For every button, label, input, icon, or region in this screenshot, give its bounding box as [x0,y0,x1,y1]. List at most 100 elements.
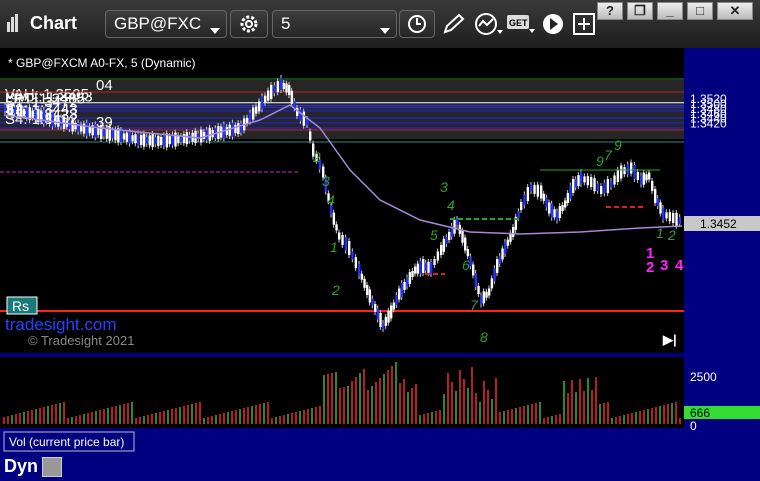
counter-label: 3 [322,173,330,189]
candle-body [542,193,546,201]
candle-body [85,122,89,136]
chevron-down-icon [380,21,390,39]
candle-body [249,112,252,122]
counter-label: 1 [656,225,664,241]
candle-body [433,259,436,265]
candle-body [131,135,134,142]
candle-body [264,95,267,103]
candle-body [419,260,422,274]
counter-label: 5 [430,227,438,243]
candle-body [384,316,388,326]
candle-body [411,271,414,277]
candle-body [267,90,270,101]
candle-body [205,129,209,140]
candle-body [586,176,590,186]
candle-body [162,135,166,147]
price-chart[interactable]: VAH: 1.3505Pivot: 1.3493LPT: 1.3485S1: 1… [0,48,760,481]
candle-body [427,261,430,273]
candle-body [536,184,540,197]
candle-body [633,165,636,179]
candle-body [675,212,678,226]
period-selector[interactable]: 5 [272,10,397,38]
candle-body [368,289,372,303]
candle-body [16,106,20,116]
candle-body [472,264,475,276]
candle-body [387,310,390,323]
counter-label: 3 [440,179,448,195]
settings-icon[interactable] [42,457,62,477]
last-price-tag: 1.3452 [700,217,737,231]
candle-body [7,104,10,114]
candle-body [645,174,648,181]
symbol-selector[interactable]: GBP@FXC [105,10,227,38]
restore-icon: ❐ [634,3,646,18]
candle-body [114,129,117,141]
chart-toolbar: Chart GBP@FXC 5 GET ? ❐ _ □ ✕ [0,0,760,49]
candle-body [512,227,515,237]
candle-body [482,291,486,304]
candle-body [630,162,633,174]
clock-button[interactable] [399,10,435,38]
candle-body [477,286,480,294]
candle-body [556,211,559,221]
pencil-icon[interactable] [442,13,466,40]
counter-label: 4 [327,192,335,208]
candle-body [382,323,385,329]
candle-body [606,179,610,193]
candle-body [34,109,37,120]
candle-body [442,238,446,252]
candle-body [145,136,149,144]
candle-body [122,133,126,140]
volume-label: Vol (current price bar) [9,435,124,449]
candle-body [474,273,478,287]
candle-body [285,83,288,93]
candle-body [182,134,186,144]
candle-body [154,137,157,145]
candle-body [48,113,51,125]
candle-body [54,116,57,125]
candle-body [392,302,396,310]
get-icon[interactable]: GET [506,13,536,40]
candle-body [561,205,564,211]
candle-body [332,212,336,225]
candle-body [656,198,660,206]
candle-body [148,135,151,146]
restore-button[interactable]: ❐ [627,2,653,20]
counter-label: 9 [596,153,604,169]
dyn-label: Dyn [4,456,39,476]
magenta-counter: 4 [675,257,684,274]
candle-body [550,203,554,218]
expand-icon[interactable] [572,12,596,41]
candle-body [379,313,382,327]
candle-body [134,134,137,144]
candle-body [651,181,654,191]
volume-current-tag: 666 [690,406,710,420]
candle-body [545,197,548,208]
candle-body [94,124,97,138]
candle-body [640,175,643,185]
counter-label: 8 [480,329,488,345]
indicator-icon[interactable] [474,12,504,41]
candle-body [540,185,543,199]
volume-tick: 0 [690,419,697,433]
play-icon[interactable] [541,12,565,41]
counter-label: 2 [667,227,676,243]
minimize-button[interactable]: _ [657,2,683,20]
magenta-counter: 3 [660,257,668,274]
maximize-button[interactable]: □ [687,2,713,20]
candle-body [408,272,412,284]
help-button[interactable]: ? [597,2,623,20]
counter-label: 9 [614,137,622,153]
candle-body [398,288,401,300]
candle-body [485,291,488,298]
gear-button[interactable] [230,10,268,38]
candle-body [577,175,580,187]
candle-body [480,295,483,305]
scroll-end-icon[interactable]: ▶| [662,332,677,347]
candle-body [231,122,234,137]
candle-body [390,305,393,319]
close-button[interactable]: ✕ [717,2,753,20]
candle-body [142,133,146,147]
candle-body [654,189,657,203]
candle-body [504,242,507,254]
